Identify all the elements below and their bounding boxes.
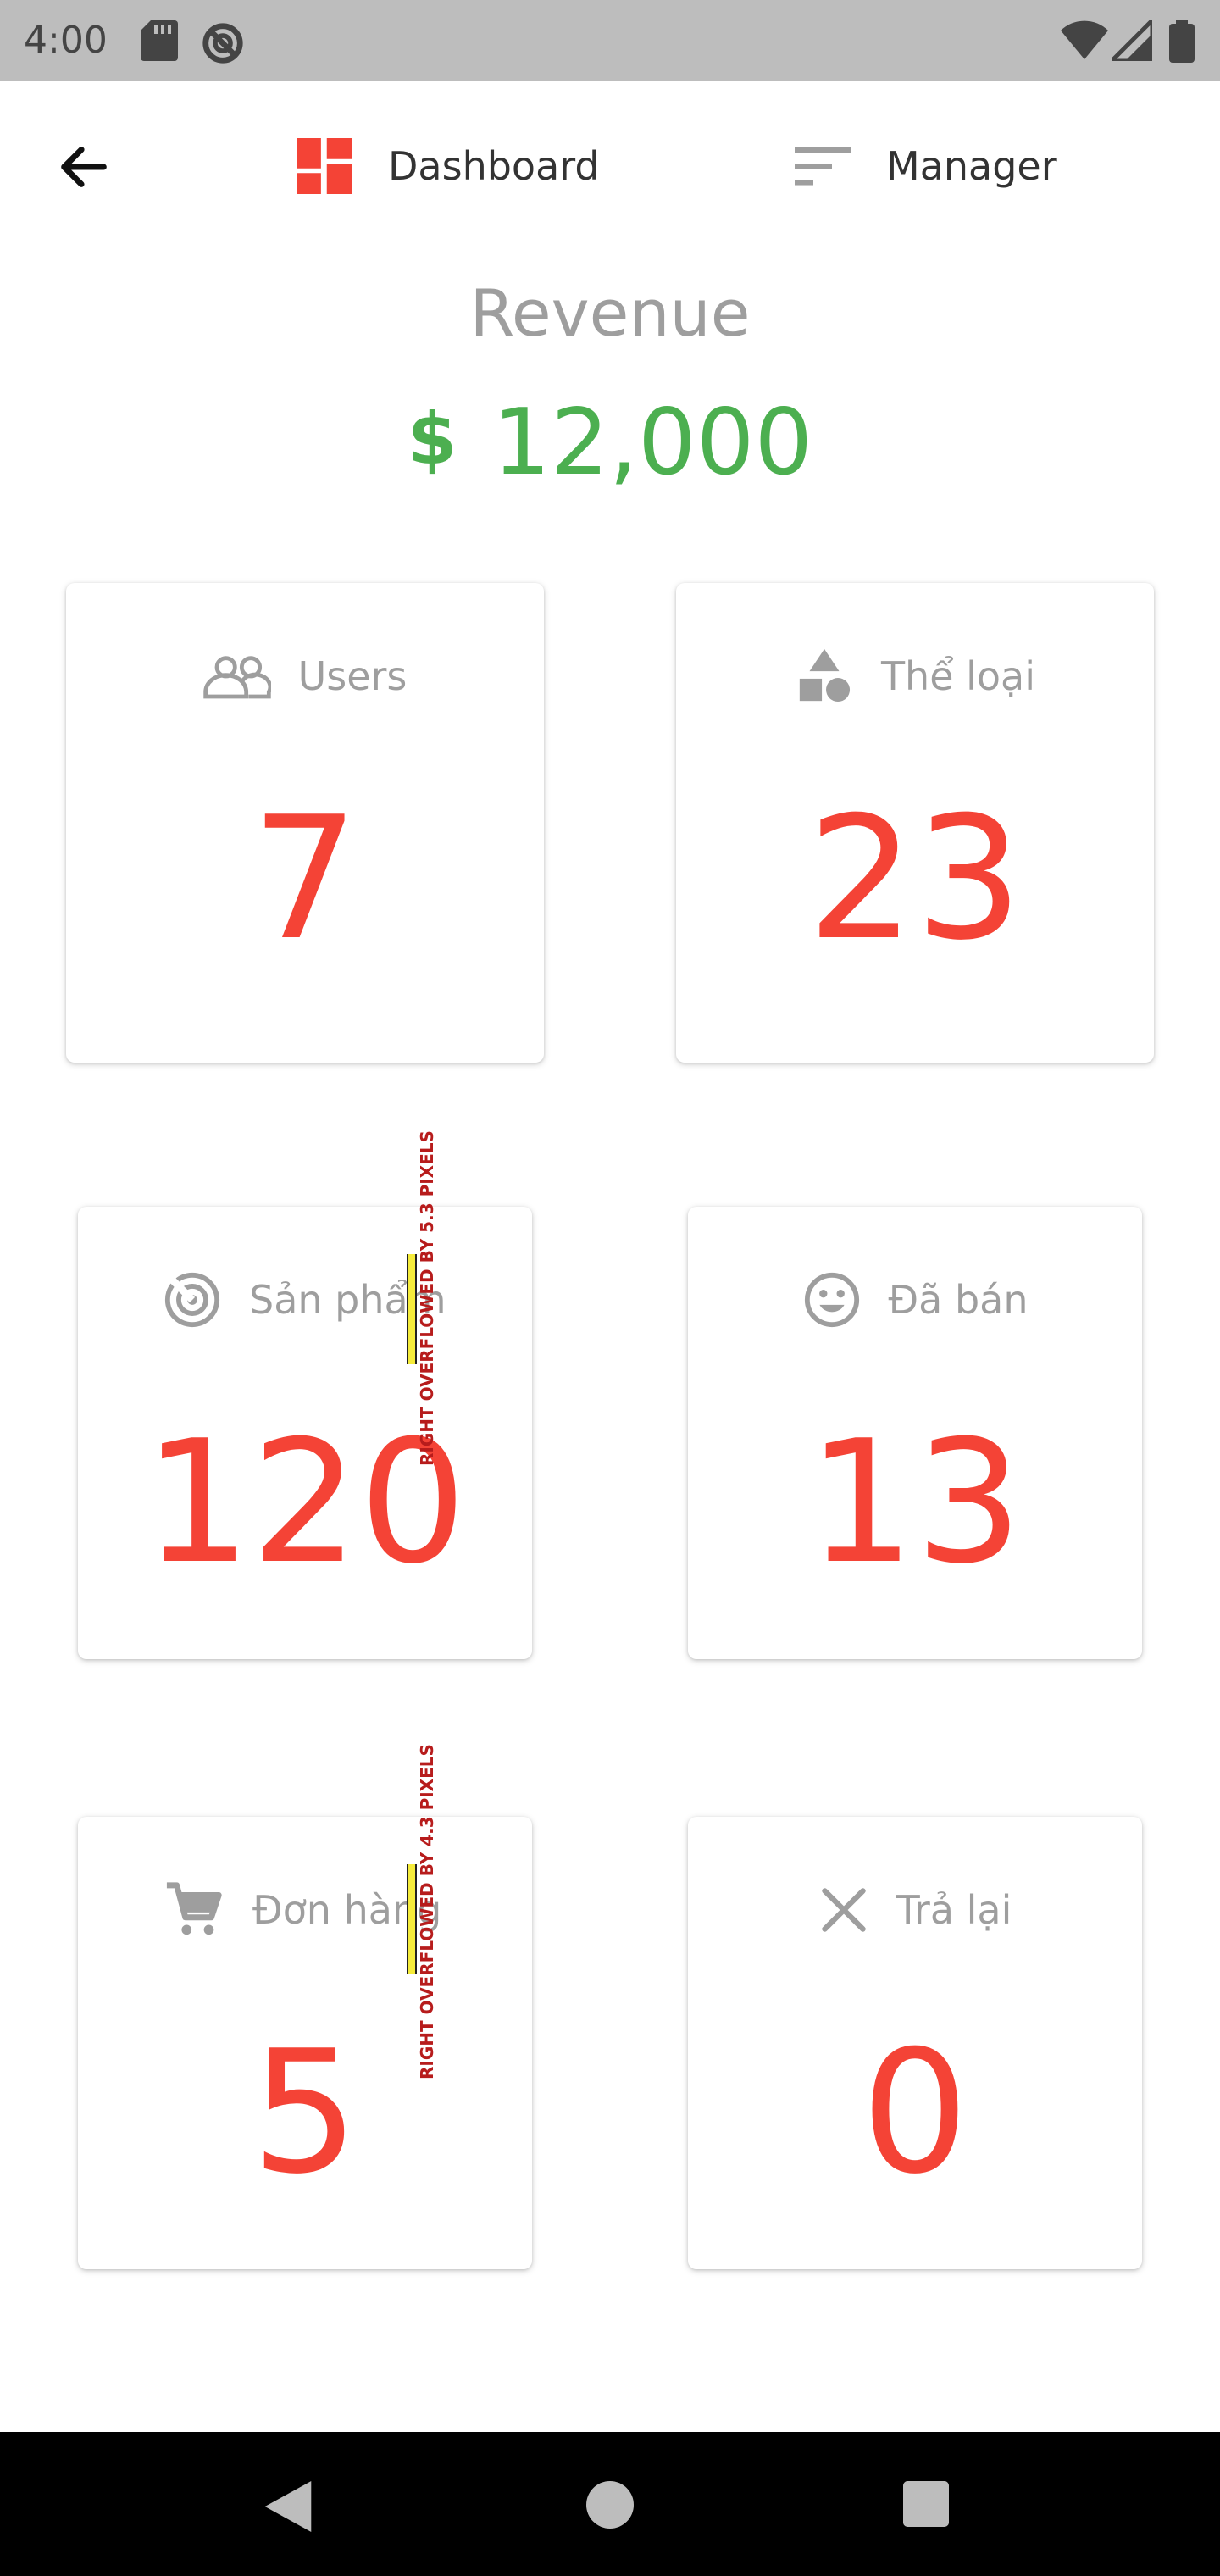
card-value: 5 [251, 2014, 359, 2212]
card-value: 23 [807, 780, 1023, 978]
card-users[interactable]: Users 7 [66, 583, 544, 1063]
close-icon [821, 1888, 866, 1932]
card-value: 13 [807, 1404, 1023, 1602]
dashboard-icon [297, 138, 352, 194]
card-returns[interactable]: Trả lại 0 [688, 1817, 1142, 2269]
smile-icon [804, 1272, 859, 1328]
wifi-icon [1061, 20, 1108, 60]
card-label: Đã bán [888, 1277, 1029, 1323]
radar-icon [164, 1272, 220, 1328]
nav-home-icon[interactable] [586, 2481, 634, 2529]
overflow-indicator [407, 1864, 417, 1974]
status-bar: 4:00 [0, 0, 1220, 81]
overflow-warning: RIGHT OVERFLOWED BY 5.3 PIXELS [417, 1130, 437, 1466]
currency-symbol: $ [407, 397, 458, 480]
nav-recents-icon[interactable] [903, 2481, 949, 2527]
sd-card-icon [141, 20, 178, 61]
card-categories[interactable]: Thể loại 23 [676, 583, 1154, 1063]
card-value: 120 [143, 1404, 467, 1602]
status-time: 4:00 [24, 19, 108, 62]
revenue-amount: $12,000 [0, 390, 1220, 496]
battery-icon [1169, 20, 1195, 63]
nav-back-icon[interactable] [264, 2481, 312, 2532]
card-label: Users [297, 653, 408, 699]
card-products[interactable]: Sản phẩm 120 [78, 1207, 532, 1659]
no-sync-icon [202, 23, 243, 64]
nav-manager[interactable]: Manager [795, 132, 1057, 200]
nav-dashboard[interactable]: Dashboard [297, 132, 600, 200]
people-icon [202, 656, 271, 699]
card-value: 0 [861, 2014, 969, 2212]
cart-icon [166, 1882, 222, 1935]
back-arrow-icon[interactable] [54, 137, 114, 197]
card-sold[interactable]: Đã bán 13 [688, 1207, 1142, 1659]
app-bar: Dashboard Manager [0, 81, 1220, 251]
card-label: Trả lại [896, 1887, 1012, 1933]
overflow-warning: RIGHT OVERFLOWED BY 4.3 PIXELS [417, 1744, 437, 2079]
sort-icon [795, 147, 851, 186]
revenue-title: Revenue [469, 275, 751, 351]
nav-manager-label: Manager [886, 143, 1057, 189]
signal-icon [1112, 20, 1152, 61]
system-nav-bar [0, 2432, 1220, 2576]
revenue-value: 12,000 [492, 390, 813, 496]
nav-dashboard-label: Dashboard [388, 143, 600, 189]
card-orders[interactable]: Đơn hàng 5 [78, 1817, 532, 2269]
category-icon [799, 648, 850, 702]
card-label: Thể loại [880, 653, 1036, 699]
overflow-indicator [407, 1254, 417, 1364]
card-value: 7 [251, 780, 359, 978]
